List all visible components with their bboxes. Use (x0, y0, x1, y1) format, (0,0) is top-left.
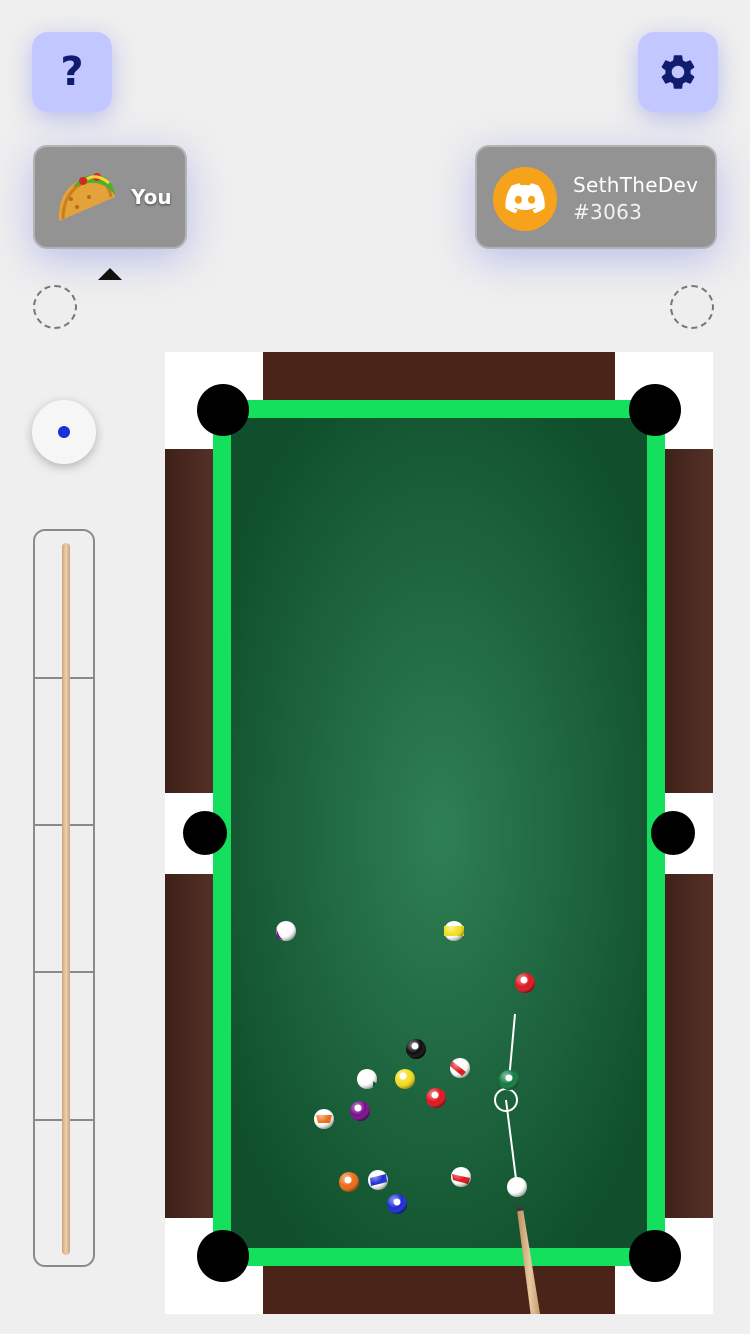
pocket-middle-right (651, 811, 695, 855)
rail-top (263, 352, 615, 402)
rail-bottom (263, 1264, 615, 1314)
opponent-name: SethTheDev (573, 173, 699, 197)
rail-left-upper (165, 449, 215, 793)
turn-indicator (98, 268, 122, 280)
rail-right-lower (663, 874, 713, 1218)
ball-14 (357, 1069, 377, 1089)
pocket-top-right (629, 384, 681, 436)
ball-4 (350, 1101, 370, 1121)
player-card-opponent: SethTheDev #3063 (475, 145, 717, 249)
help-button[interactable]: ? (32, 32, 112, 112)
ball-6 (499, 1070, 519, 1090)
ball-8 (406, 1039, 426, 1059)
rail-right-upper (663, 449, 713, 793)
question-mark-icon: ? (60, 49, 84, 95)
table-felt[interactable] (231, 418, 647, 1248)
gear-icon (661, 55, 695, 89)
player-name: You (131, 185, 172, 209)
ball-11 (450, 1058, 470, 1078)
ball-9 (444, 921, 464, 941)
ball-12 (276, 921, 296, 941)
opponent-tag: #3063 (573, 200, 643, 224)
pocket-top-left (197, 384, 249, 436)
pocket-bottom-right (629, 1230, 681, 1282)
pool-table[interactable] (165, 352, 713, 1314)
pocket-middle-left (183, 811, 227, 855)
player-card-you: You (33, 145, 187, 249)
pocketed-balls-slot-opponent (670, 285, 714, 329)
ball-5 (339, 1172, 359, 1192)
taco-icon (58, 173, 115, 221)
rail-left-lower (165, 874, 215, 1218)
ball-10 (368, 1170, 388, 1190)
ball-15 (451, 1167, 471, 1187)
ball-1 (395, 1069, 415, 1089)
shot-power-slider[interactable] (33, 529, 95, 1267)
spin-indicator-dot (58, 426, 70, 438)
ball-13 (314, 1109, 334, 1129)
ball-cue[interactable] (507, 1177, 527, 1197)
discord-icon (493, 167, 557, 231)
pocketed-balls-slot-you (33, 285, 77, 329)
settings-button[interactable] (638, 32, 718, 112)
ball-2 (387, 1194, 407, 1214)
power-cue-stick[interactable] (62, 543, 70, 1255)
cue-spin-control[interactable] (32, 400, 96, 464)
pocket-bottom-left (197, 1230, 249, 1282)
ball-3 (515, 973, 535, 993)
ball-7 (426, 1088, 446, 1108)
